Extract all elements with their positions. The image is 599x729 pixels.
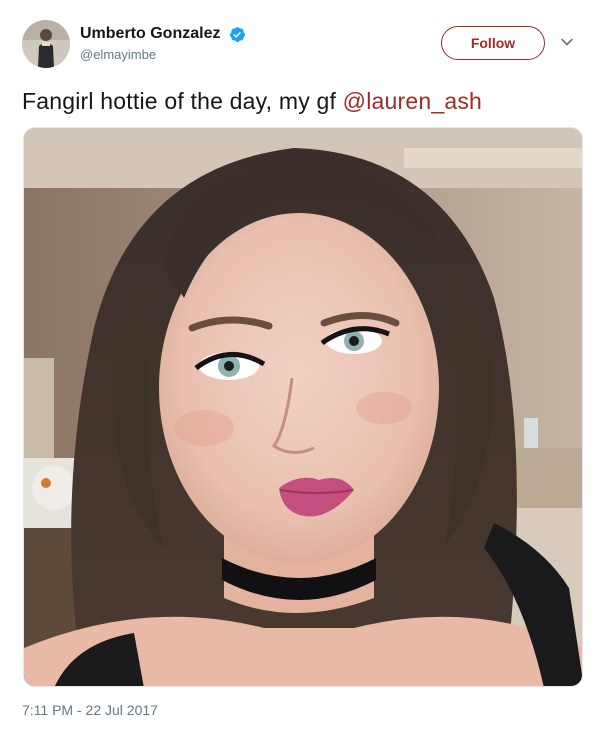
author-info[interactable]: Umberto Gonzalez @elmayimbe [80, 24, 246, 64]
selfie-photo [24, 128, 582, 686]
avatar-image [22, 20, 70, 68]
avatar[interactable] [22, 20, 70, 68]
author-handle[interactable]: @elmayimbe [80, 46, 246, 64]
tweet-text: Fangirl hottie of the day, my gf @lauren… [22, 86, 482, 116]
author-display-name[interactable]: Umberto Gonzalez [80, 24, 220, 44]
tweet-photo[interactable] [23, 127, 583, 687]
follow-button[interactable]: Follow [441, 26, 545, 60]
chevron-down-icon[interactable] [559, 34, 575, 50]
mention-link[interactable]: @lauren_ash [343, 88, 482, 114]
tweet-text-body: Fangirl hottie of the day, my gf [22, 88, 343, 114]
tweet-header: Umberto Gonzalez @elmayimbe Follow [22, 20, 577, 70]
tweet-card: Umberto Gonzalez @elmayimbe Follow Fangi… [0, 0, 599, 729]
verified-badge-icon [229, 26, 245, 42]
tweet-timestamp[interactable]: 7:11 PM - 22 Jul 2017 [22, 701, 158, 719]
